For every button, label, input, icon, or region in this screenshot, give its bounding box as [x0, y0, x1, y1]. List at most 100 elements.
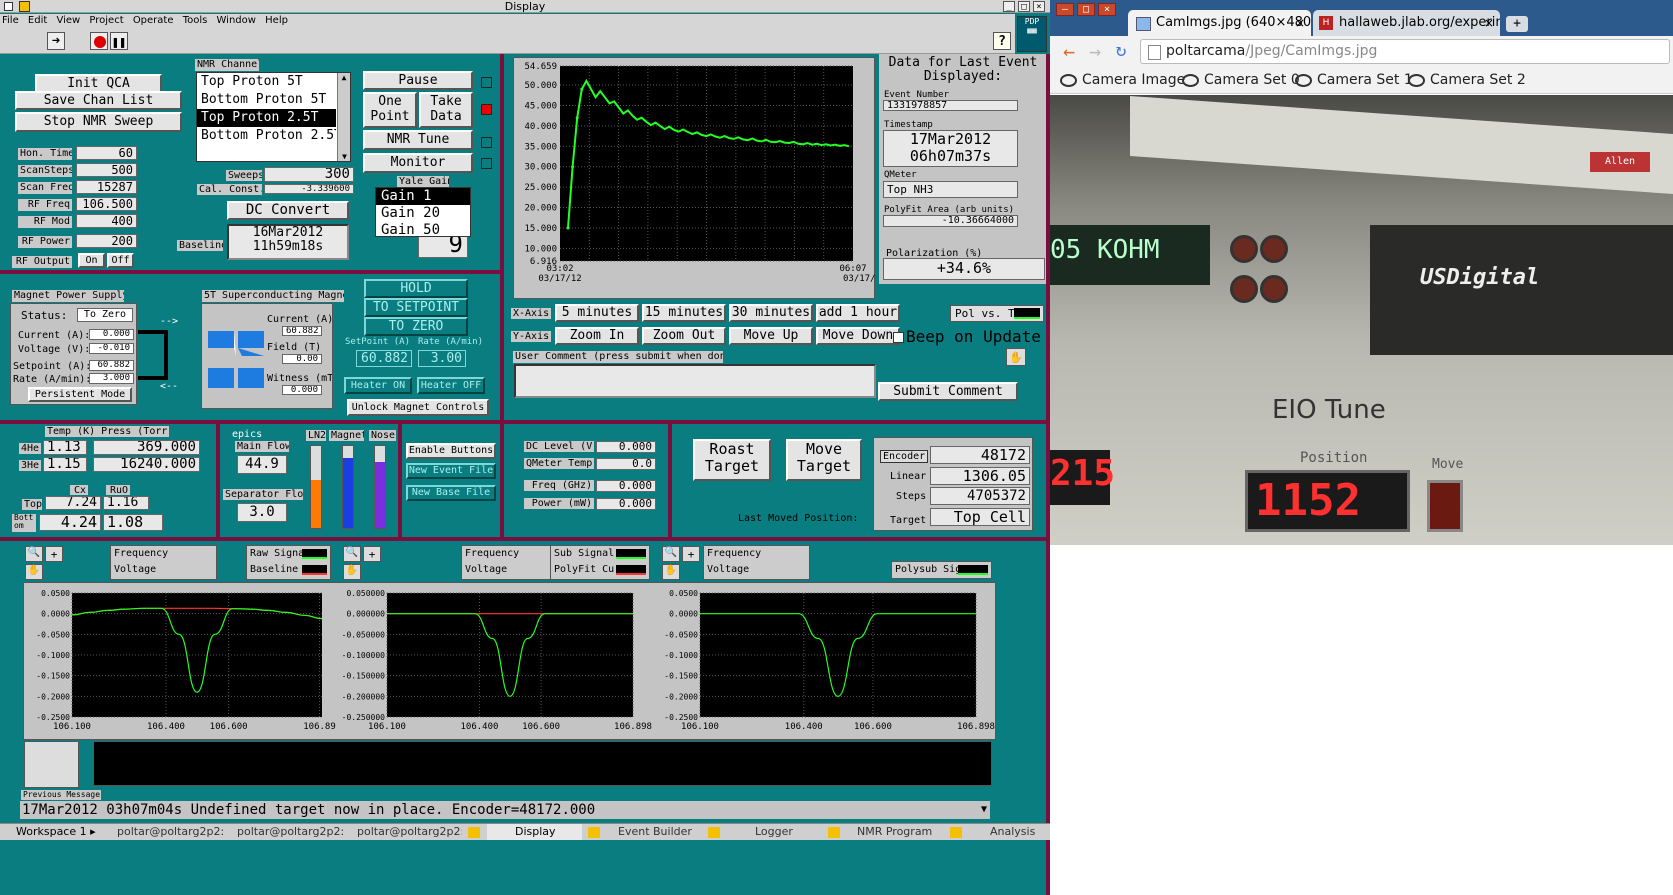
zoom-tool-icon[interactable]: 🔍 — [662, 546, 680, 562]
bookmark-item[interactable]: Camera Set 1 — [1295, 72, 1413, 88]
save-chan-list-button[interactable]: Save Chan List — [15, 91, 182, 110]
plot2-scale-legend[interactable]: Frequency Voltage — [461, 545, 556, 580]
plot3-scale-legend[interactable]: Frequency Voltage — [703, 545, 810, 580]
taskbar-item[interactable]: poltar@poltarg2p2: — [117, 824, 232, 840]
x-add-hour-button[interactable]: add 1 hour — [816, 304, 900, 322]
plot3-legend[interactable]: Polysub Sig — [891, 561, 992, 579]
new-event-file-button[interactable]: New Event File — [406, 463, 496, 479]
taskbar-item[interactable]: NMR Program — [857, 824, 947, 840]
pol-vs-time-legend[interactable]: Pol vs. Tim — [950, 305, 1044, 322]
menu-project[interactable]: Project — [89, 15, 123, 26]
menu-item-selected[interactable]: Gain 1 — [376, 188, 470, 205]
submit-comment-button[interactable]: Submit Comment — [878, 382, 1018, 401]
bookmark-item[interactable]: Camera Set 0 — [1182, 72, 1300, 88]
dc-convert-button[interactable]: DC Convert — [227, 201, 349, 220]
x-15min-button[interactable]: 15 minutes — [642, 304, 726, 322]
param-value[interactable]: 15287 — [76, 180, 137, 194]
rf-on-button[interactable]: On — [78, 253, 105, 268]
tab-close-icon[interactable]: × — [1295, 10, 1305, 36]
list-item[interactable]: Bottom Proton 2.5T — [201, 127, 336, 145]
list-scrollbar[interactable]: ▲ ▼ — [337, 73, 350, 161]
move-down-button[interactable]: Move Down — [816, 327, 900, 345]
plus-tool-icon[interactable]: + — [363, 546, 381, 562]
list-item-selected[interactable]: Top Proton 2.5T — [197, 109, 336, 127]
tab-close-icon[interactable]: × — [1484, 10, 1494, 36]
list-item[interactable]: Bottom Proton 5T — [201, 91, 336, 109]
abort-icon[interactable] — [90, 32, 108, 50]
bookmark-item[interactable]: Camera Image — [1060, 72, 1185, 88]
monitor-button[interactable]: Monitor — [363, 153, 473, 173]
pause-icon[interactable]: ❚❚ — [110, 32, 128, 50]
menu-view[interactable]: View — [56, 15, 80, 26]
plus-tool-icon[interactable]: + — [682, 546, 700, 562]
browser-maximize-button[interactable]: □ — [1077, 3, 1095, 16]
x-5min-button[interactable]: 5 minutes — [555, 304, 639, 322]
sweeps-value[interactable]: 300 — [264, 167, 354, 182]
zoom-tool-icon[interactable]: 🔍 — [343, 546, 361, 562]
zoom-tool-icon[interactable]: 🔍 — [25, 546, 43, 562]
rate-value[interactable]: 3.00 — [418, 350, 466, 367]
one-point-button[interactable]: One Point — [363, 92, 417, 128]
move-up-button[interactable]: Move Up — [729, 327, 813, 345]
pan-tool-icon[interactable]: ✋ — [25, 564, 43, 580]
param-value[interactable]: 106.500 — [76, 197, 137, 211]
help-icon[interactable]: ? — [993, 32, 1011, 50]
menu-item[interactable]: Gain 50 — [376, 222, 470, 236]
menu-window[interactable]: Window — [217, 15, 256, 26]
bookmark-item[interactable]: Camera Set 2 — [1408, 72, 1526, 88]
param-value[interactable]: 60 — [76, 146, 137, 160]
taskbar-item[interactable]: Event Builder — [618, 824, 708, 840]
param-value[interactable]: 200 — [76, 234, 137, 248]
menu-operate[interactable]: Operate — [133, 15, 174, 26]
taskbar-item[interactable]: poltar@poltarg2p2: — [237, 824, 352, 840]
persistent-mode-button[interactable]: Persistent Mode — [28, 387, 132, 402]
ps-row-value[interactable]: 3.000 — [89, 373, 134, 384]
heater-off-button[interactable]: Heater OFF — [417, 377, 485, 394]
hand-tool-icon[interactable]: ✋ — [1006, 348, 1026, 366]
plot2-legend[interactable]: Sub Signal PolyFit Cur — [550, 545, 650, 580]
move-target-button[interactable]: Move Target — [786, 439, 862, 481]
plot1-legend[interactable]: Raw Signa Baseline — [246, 545, 331, 580]
taskbar-item[interactable]: Analysis — [990, 824, 1048, 840]
taskbar-item[interactable]: poltar@poltarg2p2: — [357, 824, 462, 840]
unlock-magnet-button[interactable]: Unlock Magnet Controls — [347, 399, 489, 416]
status-dropdown-icon[interactable]: ▼ — [978, 803, 990, 817]
to-zero-button[interactable]: TO ZERO — [364, 317, 468, 336]
browser-tab[interactable]: H hallaweb.jlab.org/experim × — [1313, 10, 1500, 36]
roast-target-button[interactable]: Roast Target — [693, 439, 771, 481]
ps-row-value[interactable]: 60.882 — [89, 360, 134, 371]
enable-buttons-button[interactable]: Enable Buttons — [406, 443, 496, 459]
back-arrow-icon[interactable]: ← — [1058, 40, 1080, 62]
zoom-out-button[interactable]: Zoom Out — [642, 327, 726, 345]
nmr-tune-button[interactable]: NMR Tune — [363, 130, 473, 150]
new-base-file-button[interactable]: New Base File — [406, 485, 496, 501]
browser-tab-active[interactable]: CamImgs.jpg (640×480) × — [1128, 10, 1311, 36]
list-item[interactable]: Top Proton 5T — [201, 73, 336, 91]
forward-arrow-icon[interactable]: → — [1084, 40, 1106, 62]
browser-minimize-button[interactable]: — — [1056, 3, 1074, 16]
beep-checkbox[interactable] — [893, 332, 904, 343]
x-30min-button[interactable]: 30 minutes — [729, 304, 813, 322]
rf-off-button[interactable]: Off — [107, 253, 134, 268]
param-value[interactable]: 400 — [76, 214, 137, 228]
taskbar-item-active[interactable]: Display — [487, 824, 582, 840]
address-bar[interactable]: poltarcama/Jpeg/CamImgs.jpg — [1140, 39, 1670, 64]
menu-item[interactable]: Gain 20 — [376, 205, 470, 222]
nmr-channel-list[interactable]: Top Proton 5T Bottom Proton 5T Top Proto… — [196, 72, 351, 162]
taskbar-item[interactable]: Logger — [755, 824, 835, 840]
to-setpoint-button[interactable]: TO SETPOINT — [364, 298, 468, 317]
pan-tool-icon[interactable]: ✋ — [343, 564, 361, 580]
run-arrow-icon[interactable]: ➜ — [47, 32, 65, 50]
menu-file[interactable]: File — [2, 15, 19, 26]
workspace-switcher[interactable]: Workspace 1 ▸ — [2, 824, 102, 840]
plus-tool-icon[interactable]: + — [45, 546, 63, 562]
menu-help[interactable]: Help — [265, 15, 288, 26]
reload-icon[interactable]: ↻ — [1110, 40, 1132, 62]
browser-close-button[interactable]: × — [1098, 3, 1116, 16]
maximize-button[interactable]: □ — [1018, 1, 1030, 12]
hold-button[interactable]: HOLD — [364, 279, 468, 298]
minimize-button[interactable]: _ — [1003, 1, 1015, 12]
menu-edit[interactable]: Edit — [28, 15, 47, 26]
plot1-scale-legend[interactable]: Frequency Voltage — [110, 545, 217, 580]
take-data-button[interactable]: Take Data — [419, 92, 473, 128]
